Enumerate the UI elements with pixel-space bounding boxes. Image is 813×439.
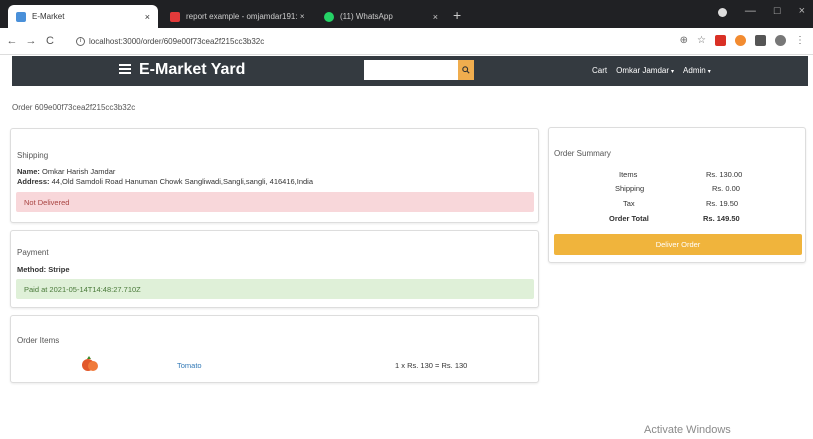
hamburger-menu-icon[interactable]	[119, 62, 131, 76]
browser-tab-gmail[interactable]: report example - omjamdar191: ×	[162, 5, 312, 28]
browser-menu-icon[interactable]: ⋮	[795, 35, 805, 46]
cart-link[interactable]: Cart	[592, 66, 607, 75]
tab-title: E-Market	[32, 12, 65, 21]
shipping-card: Shipping Name: Omkar Harish Jamdar Addre…	[10, 128, 539, 223]
extension-red-icon[interactable]	[715, 35, 726, 46]
browser-toolbar-icons: ⊕ ☆ ⋮	[680, 35, 805, 46]
item-name-link[interactable]: Tomato	[177, 361, 202, 370]
extension-orange-icon[interactable]	[735, 35, 746, 46]
admin-menu[interactable]: Admin ▾	[683, 66, 711, 75]
windows-activation-watermark: Activate Windows	[644, 424, 731, 436]
zoom-icon[interactable]: ⊕	[680, 35, 688, 46]
brand-logo[interactable]: E-Market Yard	[139, 61, 245, 79]
search-button[interactable]	[458, 60, 474, 80]
shipping-address: Address: 44,Old Samdoli Road Hanuman Cho…	[17, 177, 314, 186]
payment-method: Method: Stripe	[17, 265, 70, 274]
summary-shipping-label: Shipping	[615, 184, 645, 193]
minimize-button[interactable]: —	[745, 5, 756, 17]
close-icon[interactable]: ×	[145, 12, 150, 22]
app-navbar: E-Market Yard Cart Omkar Jamdar ▾ Admin ▾	[12, 56, 808, 86]
url-field[interactable]: i localhost:3000/order/609e00f73cea2f215…	[76, 33, 716, 50]
summary-items-value: Rs. 130.00	[706, 170, 743, 179]
caret-down-icon: ▾	[671, 69, 675, 75]
emarket-favicon-icon	[16, 11, 26, 22]
user-menu[interactable]: Omkar Jamdar ▾	[616, 66, 674, 75]
payment-card: Payment Method: Stripe Paid at 2021-05-1…	[10, 230, 539, 308]
page-title: Order 609e00f73cea2f215cc3b32c	[12, 103, 136, 112]
order-summary-title: Order Summary	[554, 149, 611, 158]
extensions-puzzle-icon[interactable]	[755, 35, 766, 46]
summary-tax-label: Tax	[623, 199, 635, 208]
whatsapp-favicon-icon	[324, 11, 334, 22]
new-tab-button[interactable]: +	[453, 7, 461, 23]
window-controls: — □ ×	[717, 5, 805, 17]
reload-button[interactable]: C	[43, 35, 57, 47]
gmail-favicon-icon	[170, 11, 180, 22]
bookmark-star-icon[interactable]: ☆	[697, 35, 706, 46]
search-input[interactable]	[364, 60, 458, 80]
profile-avatar-icon[interactable]	[775, 35, 786, 46]
order-items-title: Order Items	[17, 336, 60, 345]
caret-down-icon: ▾	[707, 69, 711, 75]
search-icon	[462, 66, 470, 74]
maximize-button[interactable]: □	[774, 5, 781, 17]
payment-title: Payment	[17, 248, 49, 257]
deliver-order-button[interactable]: Deliver Order	[554, 234, 802, 255]
close-window-button[interactable]: ×	[799, 5, 805, 17]
browser-address-bar: ← → C i localhost:3000/order/609e00f73ce…	[0, 28, 813, 55]
nav-links: Cart Omkar Jamdar ▾ Admin ▾	[592, 66, 711, 75]
summary-shipping-value: Rs. 0.00	[712, 184, 740, 193]
shipping-title: Shipping	[17, 151, 49, 160]
close-icon[interactable]: ×	[433, 12, 438, 22]
back-button[interactable]: ←	[5, 35, 19, 47]
site-info-icon[interactable]: i	[76, 37, 85, 46]
browser-tab-bar: E-Market × report example - omjamdar191:…	[0, 0, 813, 28]
summary-tax-value: Rs. 19.50	[706, 199, 739, 208]
payment-status-badge: Paid at 2021-05-14T14:48:27.710Z	[16, 279, 534, 299]
url-text: localhost:3000/order/609e00f73cea2f215cc…	[89, 37, 265, 46]
item-price-calc: 1 x Rs. 130 = Rs. 130	[395, 361, 468, 370]
browser-tab-whatsapp[interactable]: (11) WhatsApp ×	[316, 5, 446, 28]
order-items-card: Order Items Tomato 1 x Rs. 130 = Rs. 130	[10, 315, 539, 383]
summary-items-label: Items	[619, 170, 638, 179]
summary-total-label: Order Total	[609, 214, 649, 223]
browser-tab-emarket[interactable]: E-Market ×	[8, 5, 158, 28]
profile-icon[interactable]	[717, 8, 727, 17]
order-summary-card: Order Summary Items Rs. 130.00 Shipping …	[548, 127, 806, 263]
delivery-status-badge: Not Delivered	[16, 192, 534, 212]
forward-button[interactable]: →	[24, 35, 38, 47]
tab-title: report example - omjamdar191: ×	[186, 12, 304, 21]
tomato-image	[82, 356, 98, 371]
shipping-name: Name: Omkar Harish Jamdar	[17, 167, 116, 176]
summary-total-value: Rs. 149.50	[703, 214, 740, 223]
tab-title: (11) WhatsApp	[340, 12, 393, 21]
